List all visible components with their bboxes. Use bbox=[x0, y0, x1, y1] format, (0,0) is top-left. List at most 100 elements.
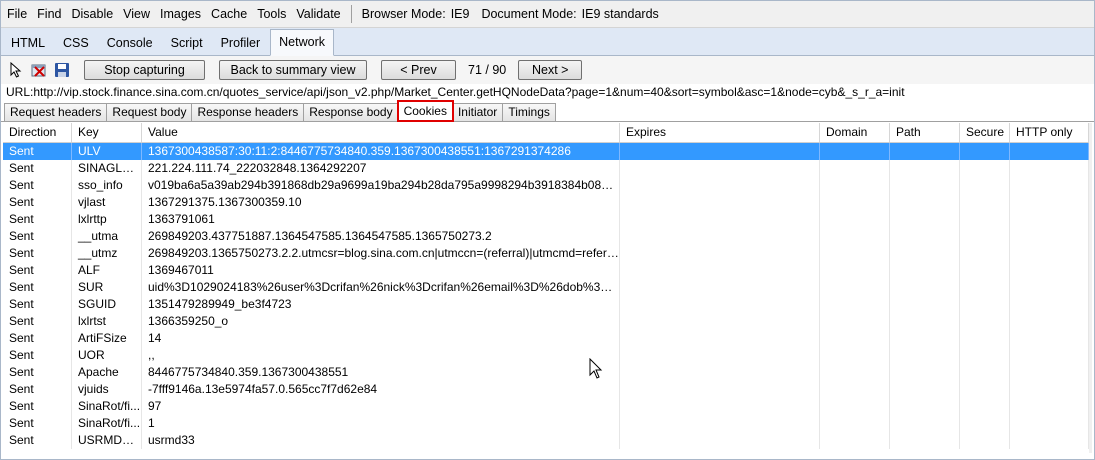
cell-domain bbox=[820, 177, 890, 194]
table-row[interactable]: Sent SinaRot/fi... 1 bbox=[3, 415, 1089, 432]
menu-validate[interactable]: Validate bbox=[292, 7, 344, 21]
cell-secure bbox=[960, 279, 1010, 296]
cell-key: SinaRot/fi... bbox=[72, 398, 142, 415]
cell-key: lxlrttp bbox=[72, 211, 142, 228]
tab-script[interactable]: Script bbox=[163, 31, 211, 55]
table-row[interactable]: Sent vjlast 1367291375.1367300359.10 bbox=[3, 194, 1089, 211]
cell-expires bbox=[620, 262, 820, 279]
menu-images[interactable]: Images bbox=[156, 7, 205, 21]
cell-expires bbox=[620, 160, 820, 177]
cell-domain bbox=[820, 211, 890, 228]
next-button[interactable]: Next > bbox=[518, 60, 583, 80]
table-row[interactable]: Sent __utmz 269849203.1365750273.2.2.utmcs… bbox=[3, 245, 1089, 262]
table-row[interactable]: Sent SinaRot/fi... 97 bbox=[3, 398, 1089, 415]
tab-console[interactable]: Console bbox=[99, 31, 161, 55]
tab-response-body[interactable]: Response body bbox=[303, 103, 399, 121]
cell-path bbox=[890, 143, 960, 160]
menu-view[interactable]: View bbox=[119, 7, 154, 21]
table-row[interactable]: Sent vjuids -7fff9146a.13e5974fa57.0.565cc… bbox=[3, 381, 1089, 398]
cell-key: SinaRot/fi... bbox=[72, 415, 142, 432]
back-to-summary-button[interactable]: Back to summary view bbox=[219, 60, 367, 80]
menu-disable[interactable]: Disable bbox=[67, 7, 117, 21]
column-header-secure[interactable]: Secure bbox=[960, 123, 1010, 142]
browser-mode-label: Browser Mode: bbox=[361, 7, 446, 21]
table-row[interactable]: Sent ArtiFSize 14 bbox=[3, 330, 1089, 347]
cell-http-only bbox=[1010, 432, 1089, 449]
table-row[interactable]: Sent ULV 1367300438587:30:11:2:84467757348… bbox=[3, 143, 1089, 160]
table-row[interactable]: Sent SINAGLO... 221.224.111.74_222032848.1… bbox=[3, 160, 1089, 177]
cell-path bbox=[890, 194, 960, 211]
cell-http-only bbox=[1010, 228, 1089, 245]
cell-value: 8446775734840.359.1367300438551 bbox=[142, 364, 620, 381]
cell-http-only bbox=[1010, 279, 1089, 296]
column-header-value[interactable]: Value bbox=[142, 123, 620, 142]
cell-http-only bbox=[1010, 364, 1089, 381]
table-row[interactable]: Sent ALF 1369467011 bbox=[3, 262, 1089, 279]
cell-value: 1369467011 bbox=[142, 262, 620, 279]
detail-tab-bar: Request headers Request body Response he… bbox=[1, 100, 1094, 122]
clear-cache-icon[interactable] bbox=[31, 62, 47, 78]
browser-mode-value[interactable]: IE9 bbox=[448, 7, 478, 21]
cell-http-only bbox=[1010, 347, 1089, 364]
cell-http-only bbox=[1010, 194, 1089, 211]
column-header-path[interactable]: Path bbox=[890, 123, 960, 142]
cell-direction: Sent bbox=[3, 432, 72, 449]
table-row[interactable]: Sent Apache 8446775734840.359.136730043855… bbox=[3, 364, 1089, 381]
cell-direction: Sent bbox=[3, 177, 72, 194]
table-row[interactable]: Sent SUR uid%3D1029024183%26user%3Dcrifan%… bbox=[3, 279, 1089, 296]
tab-response-headers[interactable]: Response headers bbox=[191, 103, 305, 121]
cell-secure bbox=[960, 398, 1010, 415]
tab-network[interactable]: Network bbox=[270, 29, 334, 56]
tab-timings[interactable]: Timings bbox=[502, 103, 556, 121]
tab-css[interactable]: CSS bbox=[55, 31, 97, 55]
column-header-key[interactable]: Key bbox=[72, 123, 142, 142]
cell-direction: Sent bbox=[3, 381, 72, 398]
tab-cookies[interactable]: Cookies bbox=[396, 100, 454, 122]
menu-cache[interactable]: Cache bbox=[207, 7, 251, 21]
prev-button[interactable]: < Prev bbox=[381, 60, 456, 80]
cell-http-only bbox=[1010, 211, 1089, 228]
cell-http-only bbox=[1010, 160, 1089, 177]
cell-domain bbox=[820, 245, 890, 262]
column-header-expires[interactable]: Expires bbox=[620, 123, 820, 142]
cell-key: __utmz bbox=[72, 245, 142, 262]
tab-request-headers[interactable]: Request headers bbox=[4, 103, 108, 121]
cell-expires bbox=[620, 313, 820, 330]
cell-direction: Sent bbox=[3, 313, 72, 330]
table-row[interactable]: Sent lxlrttp 1363791061 bbox=[3, 211, 1089, 228]
cell-direction: Sent bbox=[3, 398, 72, 415]
select-element-icon[interactable] bbox=[8, 62, 24, 78]
cell-expires bbox=[620, 228, 820, 245]
cell-path bbox=[890, 279, 960, 296]
cell-expires bbox=[620, 330, 820, 347]
table-row[interactable]: Sent UOR,, bbox=[3, 347, 1089, 364]
table-row[interactable]: Sent USRMDE14 usrmd33 bbox=[3, 432, 1089, 449]
table-row[interactable]: Sent sso_info v019ba6a5a39ab294b391868db29… bbox=[3, 177, 1089, 194]
tab-initiator[interactable]: Initiator bbox=[451, 103, 504, 121]
table-row[interactable]: Sent SGUID 1351479289949_be3f4723 bbox=[3, 296, 1089, 313]
document-mode-value[interactable]: IE9 standards bbox=[579, 7, 667, 21]
table-row[interactable]: Sent lxlrtst 1366359250_o bbox=[3, 313, 1089, 330]
cell-expires bbox=[620, 143, 820, 160]
request-url: URL:http://vip.stock.finance.sina.com.cn… bbox=[6, 85, 905, 99]
column-header-http-only[interactable]: HTTP only bbox=[1010, 123, 1089, 142]
cell-direction: Sent bbox=[3, 364, 72, 381]
menu-find[interactable]: Find bbox=[33, 7, 65, 21]
cell-domain bbox=[820, 381, 890, 398]
tab-request-body[interactable]: Request body bbox=[106, 103, 193, 121]
scrollbar[interactable] bbox=[1089, 123, 1092, 453]
menu-tools[interactable]: Tools bbox=[253, 7, 290, 21]
cell-key: sso_info bbox=[72, 177, 142, 194]
column-header-domain[interactable]: Domain bbox=[820, 123, 890, 142]
menu-file[interactable]: File bbox=[3, 7, 31, 21]
cell-secure bbox=[960, 415, 1010, 432]
tab-html[interactable]: HTML bbox=[3, 31, 53, 55]
stop-capturing-button[interactable]: Stop capturing bbox=[84, 60, 205, 80]
cell-value: v019ba6a5a39ab294b391868db29a9699a19ba29… bbox=[142, 177, 620, 194]
cell-expires bbox=[620, 194, 820, 211]
save-icon[interactable] bbox=[54, 62, 70, 78]
cell-key: __utma bbox=[72, 228, 142, 245]
table-row[interactable]: Sent __utma 269849203.437751887.1364547585… bbox=[3, 228, 1089, 245]
column-header-direction[interactable]: Direction bbox=[3, 123, 72, 142]
tab-profiler[interactable]: Profiler bbox=[213, 31, 269, 55]
